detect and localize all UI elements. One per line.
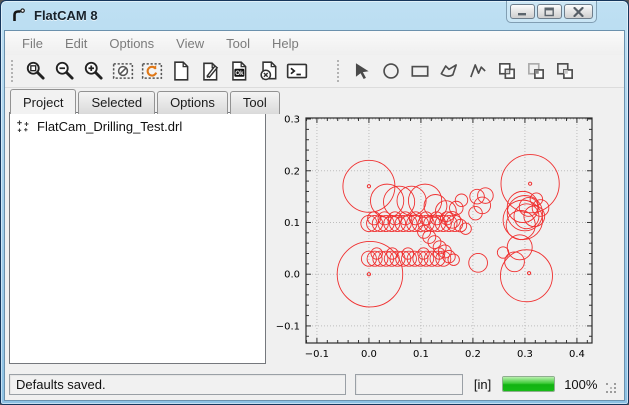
subtract-tool-icon	[554, 60, 576, 82]
union-tool-button[interactable]	[492, 58, 521, 85]
progress-bar	[502, 376, 555, 392]
status-secondary-panel	[355, 374, 463, 395]
svg-text:Ok: Ok	[235, 70, 244, 77]
menu-edit[interactable]: Edit	[54, 32, 98, 55]
maximize-button[interactable]	[537, 4, 562, 19]
svg-text:0.0: 0.0	[361, 349, 377, 359]
window-title: FlatCAM 8	[34, 8, 98, 23]
update-geometry-ok-button[interactable]: Ok	[224, 58, 253, 85]
zoom-fit-icon	[25, 60, 47, 82]
ok-file-icon: Ok	[228, 60, 250, 82]
app-window: FlatCAM 8 File Edit Options View Tool He…	[0, 0, 629, 405]
path-tool-icon	[467, 60, 489, 82]
svg-text:0.4: 0.4	[569, 349, 585, 359]
svg-text:0.3: 0.3	[284, 115, 300, 126]
tab-options[interactable]: Options	[157, 91, 228, 114]
shell-icon	[286, 60, 308, 82]
circle-tool-icon	[380, 60, 402, 82]
clear-plot-button[interactable]	[108, 58, 137, 85]
tree-item-label: FlatCam_Drilling_Test.drl	[37, 119, 182, 134]
status-message-panel: Defaults saved.	[9, 374, 346, 395]
project-tree-panel: FlatCam_Drilling_Test.drl	[9, 112, 266, 364]
add-polygon-tool-button[interactable]	[434, 58, 463, 85]
svg-text:0.3: 0.3	[517, 349, 533, 359]
add-circle-tool-button[interactable]	[376, 58, 405, 85]
replot-icon	[141, 60, 163, 82]
menu-file[interactable]: File	[11, 32, 54, 55]
select-tool-button[interactable]	[347, 58, 376, 85]
tab-project[interactable]: Project	[10, 89, 76, 114]
tab-selected[interactable]: Selected	[78, 91, 155, 114]
svg-text:0.2: 0.2	[284, 166, 300, 177]
drill-object-icon	[16, 119, 31, 134]
minimize-button[interactable]	[510, 4, 535, 19]
zoom-out-button[interactable]	[50, 58, 79, 85]
subtract-tool-button[interactable]	[550, 58, 579, 85]
units-label: [in]	[474, 377, 491, 392]
plot-svg[interactable]: −0.1 0.0 0.1 0.2 0.3 0.4 −0.1 0.0 0.1 0.2 0.3	[271, 95, 625, 359]
menu-view[interactable]: View	[165, 32, 215, 55]
zoom-out-icon	[54, 60, 76, 82]
cancel-file-icon	[257, 60, 279, 82]
polygon-tool-icon	[438, 60, 460, 82]
zoom-in-icon	[83, 60, 105, 82]
editor-toolbar-drag-handle[interactable]	[337, 60, 341, 82]
main-content: Project Selected Options Tool FlatCam_Dr…	[5, 88, 624, 370]
svg-text:0.1: 0.1	[284, 218, 300, 229]
replot-button[interactable]	[137, 58, 166, 85]
drill-circles	[337, 155, 559, 307]
svg-text:−0.1: −0.1	[305, 349, 329, 359]
new-geometry-button[interactable]	[166, 58, 195, 85]
cancel-edit-button[interactable]	[253, 58, 282, 85]
menu-help[interactable]: Help	[261, 32, 310, 55]
tree-item-drill-object[interactable]: FlatCam_Drilling_Test.drl	[13, 118, 262, 135]
intersection-tool-icon	[525, 60, 547, 82]
close-button[interactable]	[564, 4, 593, 19]
menubar: File Edit Options View Tool Help	[5, 31, 624, 55]
svg-text:0.2: 0.2	[465, 349, 481, 359]
tabbar: Project Selected Options Tool	[10, 89, 282, 114]
clear-plot-icon	[112, 60, 134, 82]
status-message: Defaults saved.	[16, 377, 106, 392]
plot-frame	[306, 118, 592, 343]
progress-bar-fill	[503, 377, 554, 391]
svg-text:0.1: 0.1	[413, 349, 429, 359]
svg-text:−0.1: −0.1	[276, 321, 300, 332]
client-area: File Edit Options View Tool Help	[4, 30, 625, 401]
progress-percent-label: 100%	[564, 377, 597, 392]
statusbar: Defaults saved. [in] 100%	[5, 370, 624, 400]
shell-button[interactable]	[282, 58, 311, 85]
app-icon	[10, 7, 27, 24]
rectangle-tool-icon	[409, 60, 431, 82]
add-path-tool-button[interactable]	[463, 58, 492, 85]
tab-tool[interactable]: Tool	[230, 91, 280, 114]
titlebar[interactable]: FlatCAM 8	[1, 1, 628, 29]
toolbar-drag-handle[interactable]	[11, 60, 15, 82]
edit-file-icon	[199, 60, 221, 82]
toolbar: Ok	[5, 55, 624, 88]
edit-geometry-button[interactable]	[195, 58, 224, 85]
plot-ticks	[306, 118, 592, 343]
menu-options[interactable]: Options	[98, 32, 165, 55]
zoom-fit-button[interactable]	[21, 58, 50, 85]
cursor-arrow-icon	[351, 60, 373, 82]
resize-grip[interactable]	[606, 381, 618, 395]
intersection-tool-button[interactable]	[521, 58, 550, 85]
svg-text:0.0: 0.0	[284, 270, 300, 281]
new-file-icon	[170, 60, 192, 82]
plot-grid	[306, 118, 592, 343]
window-controls	[506, 1, 597, 23]
zoom-in-button[interactable]	[79, 58, 108, 85]
union-tool-icon	[496, 60, 518, 82]
plot-area: −0.1 0.0 0.1 0.2 0.3 0.4 −0.1 0.0 0.1 0.2 0.3	[267, 88, 623, 369]
menu-tool[interactable]: Tool	[215, 32, 261, 55]
add-rectangle-tool-button[interactable]	[405, 58, 434, 85]
